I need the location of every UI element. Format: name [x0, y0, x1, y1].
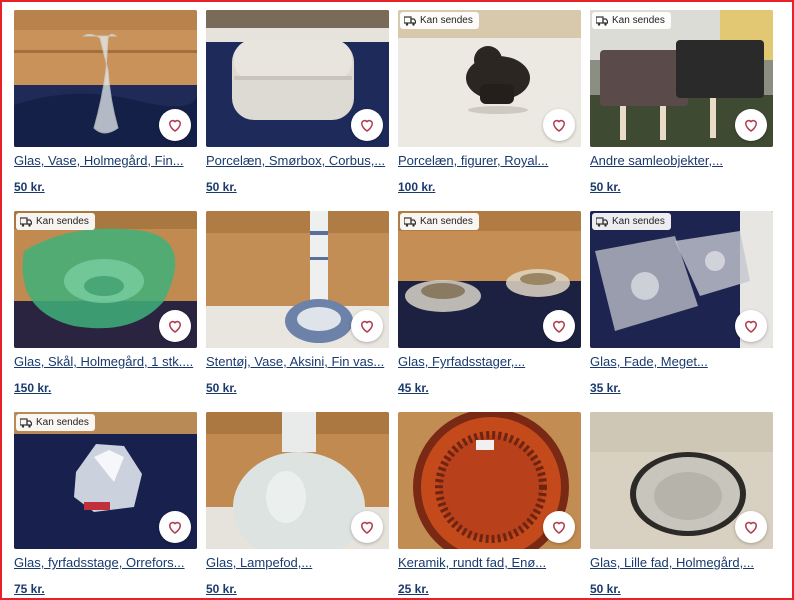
- heart-icon: [166, 116, 184, 134]
- heart-icon: [550, 518, 568, 536]
- listing-price[interactable]: 50 kr.: [590, 180, 773, 194]
- listing-title[interactable]: Stentøj, Vase, Aksini, Fin vas...: [206, 353, 389, 371]
- favorite-button[interactable]: [543, 310, 575, 342]
- listing-title[interactable]: Glas, Fyrfadsstager,...: [398, 353, 581, 371]
- shipping-badge: Kan sendes: [592, 12, 671, 29]
- truck-icon: [596, 216, 608, 227]
- shipping-label: Kan sendes: [612, 15, 665, 26]
- listing-image[interactable]: Kan sendes: [14, 211, 197, 348]
- listing-card[interactable]: Porcelæn, Smørbox, Corbus,... 50 kr.: [206, 10, 389, 210]
- listing-image[interactable]: Kan sendes: [14, 412, 197, 549]
- shipping-badge: Kan sendes: [400, 12, 479, 29]
- favorite-button[interactable]: [735, 310, 767, 342]
- heart-icon: [550, 317, 568, 335]
- listing-image[interactable]: Kan sendes: [590, 10, 773, 147]
- listing-card[interactable]: Glas, Vase, Holmegård, Fin... 50 kr.: [14, 10, 197, 210]
- listing-title[interactable]: Glas, Lille fad, Holmegård,...: [590, 554, 773, 572]
- truck-icon: [20, 417, 32, 428]
- listing-title[interactable]: Glas, Vase, Holmegård, Fin...: [14, 152, 197, 170]
- heart-icon: [358, 518, 376, 536]
- listing-image[interactable]: [398, 412, 581, 549]
- heart-icon: [742, 116, 760, 134]
- listing-price[interactable]: 150 kr.: [14, 381, 197, 395]
- heart-icon: [550, 116, 568, 134]
- listing-image[interactable]: [206, 412, 389, 549]
- listing-title[interactable]: Andre samleobjekter,...: [590, 152, 773, 170]
- listing-price[interactable]: 50 kr.: [14, 180, 197, 194]
- favorite-button[interactable]: [543, 109, 575, 141]
- shipping-label: Kan sendes: [420, 15, 473, 26]
- favorite-button[interactable]: [735, 511, 767, 543]
- favorite-button[interactable]: [159, 310, 191, 342]
- shipping-badge: Kan sendes: [592, 213, 671, 230]
- listing-price[interactable]: 50 kr.: [206, 180, 389, 194]
- listing-card[interactable]: Kan sendes Glas, Fade, Meget... 35 kr.: [590, 211, 773, 411]
- listing-price[interactable]: 45 kr.: [398, 381, 581, 395]
- listing-card[interactable]: Glas, Lille fad, Holmegård,... 50 kr.: [590, 412, 773, 600]
- heart-icon: [742, 518, 760, 536]
- listing-price[interactable]: 50 kr.: [590, 582, 773, 596]
- listing-card[interactable]: Stentøj, Vase, Aksini, Fin vas... 50 kr.: [206, 211, 389, 411]
- listing-price[interactable]: 100 kr.: [398, 180, 581, 194]
- listing-image[interactable]: Kan sendes: [398, 10, 581, 147]
- listing-image[interactable]: [206, 211, 389, 348]
- shipping-badge: Kan sendes: [16, 213, 95, 230]
- shipping-badge: Kan sendes: [400, 213, 479, 230]
- listing-price[interactable]: 75 kr.: [14, 582, 197, 596]
- listing-card[interactable]: Glas, Lampefod,... 50 kr.: [206, 412, 389, 600]
- listing-card[interactable]: Kan sendes Glas, fyrfadsstage, Orrefors.…: [14, 412, 197, 600]
- listing-image[interactable]: [590, 412, 773, 549]
- listing-price[interactable]: 25 kr.: [398, 582, 581, 596]
- heart-icon: [166, 518, 184, 536]
- listing-card[interactable]: Kan sendes Glas, Skål, Holmegård, 1 stk.…: [14, 211, 197, 411]
- favorite-button[interactable]: [351, 511, 383, 543]
- favorite-button[interactable]: [159, 109, 191, 141]
- listing-image[interactable]: [206, 10, 389, 147]
- truck-icon: [404, 216, 416, 227]
- listing-image[interactable]: Kan sendes: [398, 211, 581, 348]
- listing-price[interactable]: 35 kr.: [590, 381, 773, 395]
- listing-card[interactable]: Kan sendes Glas, Fyrfadsstager,... 45 kr…: [398, 211, 581, 411]
- truck-icon: [596, 15, 608, 26]
- listing-title[interactable]: Porcelæn, Smørbox, Corbus,...: [206, 152, 389, 170]
- listing-title[interactable]: Glas, fyrfadsstage, Orrefors...: [14, 554, 197, 572]
- listing-price[interactable]: 50 kr.: [206, 582, 389, 596]
- listing-title[interactable]: Glas, Fade, Meget...: [590, 353, 773, 371]
- favorite-button[interactable]: [543, 511, 575, 543]
- favorite-button[interactable]: [351, 109, 383, 141]
- truck-icon: [20, 216, 32, 227]
- shipping-badge: Kan sendes: [16, 414, 95, 431]
- shipping-label: Kan sendes: [612, 216, 665, 227]
- heart-icon: [166, 317, 184, 335]
- listing-card[interactable]: Kan sendes Andre samleobjekter,... 50 kr…: [590, 10, 773, 210]
- listing-price[interactable]: 50 kr.: [206, 381, 389, 395]
- favorite-button[interactable]: [159, 511, 191, 543]
- heart-icon: [742, 317, 760, 335]
- favorite-button[interactable]: [735, 109, 767, 141]
- shipping-label: Kan sendes: [36, 216, 89, 227]
- listing-image[interactable]: Kan sendes: [590, 211, 773, 348]
- heart-icon: [358, 116, 376, 134]
- listing-card[interactable]: Keramik, rundt fad, Enø... 25 kr.: [398, 412, 581, 600]
- shipping-label: Kan sendes: [36, 417, 89, 428]
- heart-icon: [358, 317, 376, 335]
- listing-title[interactable]: Porcelæn, figurer, Royal...: [398, 152, 581, 170]
- shipping-label: Kan sendes: [420, 216, 473, 227]
- listing-title[interactable]: Glas, Lampefod,...: [206, 554, 389, 572]
- listing-image[interactable]: [14, 10, 197, 147]
- listing-title[interactable]: Glas, Skål, Holmegård, 1 stk....: [14, 353, 197, 371]
- truck-icon: [404, 15, 416, 26]
- listing-card[interactable]: Kan sendes Porcelæn, figurer, Royal... 1…: [398, 10, 581, 210]
- listing-title[interactable]: Keramik, rundt fad, Enø...: [398, 554, 581, 572]
- listing-grid: Glas, Vase, Holmegård, Fin... 50 kr. Por…: [14, 10, 773, 600]
- favorite-button[interactable]: [351, 310, 383, 342]
